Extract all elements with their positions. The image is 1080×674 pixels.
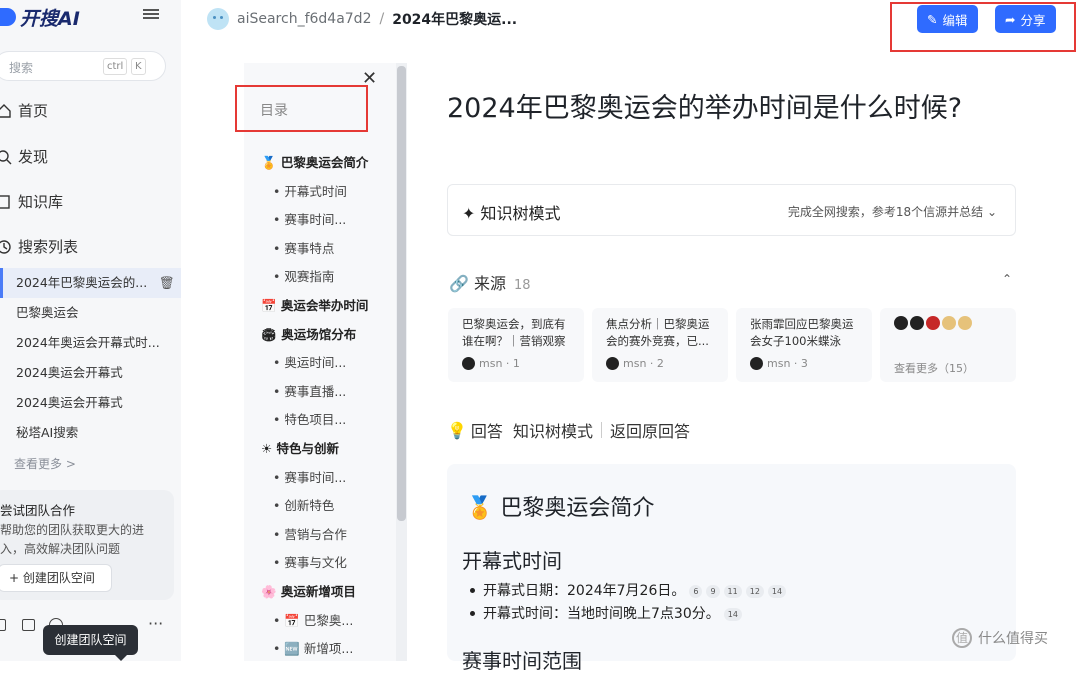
team-title: 尝试团队合作	[0, 503, 76, 518]
link-icon: 🔗	[449, 274, 469, 293]
toc-subitem[interactable]: • 观赛指南	[273, 266, 334, 285]
citation-badge[interactable]: 6	[689, 585, 703, 598]
toc-heading[interactable]: 🏅 巴黎奥运会简介	[261, 152, 368, 171]
toc-subitem[interactable]: • 赛事与文化	[273, 552, 347, 571]
nav-knowledge[interactable]: 知识库	[0, 191, 63, 212]
source-card[interactable]: 巴黎奥运会，到底有谁在啊？｜营销观察 msn · 1	[448, 308, 584, 382]
section-heading: 🏅 巴黎奥运会简介	[466, 496, 655, 521]
book-icon	[0, 194, 10, 209]
answer-tabs: 💡 回答 知识树模式 返回原回答	[447, 418, 690, 442]
toc-heading[interactable]: 📅 奥运会举办时间	[261, 295, 368, 314]
breadcrumb: aiSearch_f6d4a7d2 / 2024年巴黎奥运...	[207, 8, 517, 30]
sources-header: 🔗 来源 18	[449, 274, 531, 293]
highlight-box	[235, 85, 368, 132]
citation-badge[interactable]: 14	[723, 608, 742, 621]
toc-subitem[interactable]: • 赛事时间...	[273, 209, 346, 228]
nav-search-list[interactable]: 搜索列表	[0, 236, 78, 257]
subsection-heading: 开幕式时间	[462, 549, 562, 573]
team-promo: 尝试团队合作 帮助您的团队获取更大的进 入，高效解决团队问题 + 创建团队空间	[0, 490, 174, 600]
search-icon	[0, 149, 12, 164]
knowledge-tree-bar[interactable]: ✦ 知识树模式 完成全网搜索，参考18个信源并总结 ⌄	[447, 184, 1016, 236]
toc-subitem[interactable]: • 开幕式时间	[273, 181, 347, 200]
toc-subitem[interactable]: • 赛事直播...	[273, 381, 346, 400]
toc-heading[interactable]: 🏟 奥运场馆分布	[261, 324, 356, 343]
page-title: 2024年巴黎奥运会的举办时间是什么时候?	[447, 93, 963, 124]
subsection-heading: 赛事时间范围	[462, 649, 582, 673]
history-item[interactable]: 2024年奥运会开幕式时...	[0, 328, 181, 358]
mode-status: 完成全网搜索，参考18个信源并总结 ⌄	[787, 205, 997, 219]
breadcrumb-user[interactable]: aiSearch_f6d4a7d2	[237, 11, 371, 27]
tab-knowledge-tree[interactable]: 知识树模式	[513, 418, 593, 442]
trash-icon[interactable]: 🗑	[159, 268, 175, 298]
bulb-icon: 💡	[447, 420, 467, 440]
monitor-icon[interactable]	[22, 619, 35, 631]
more-icon[interactable]: ···	[148, 614, 163, 633]
citation-badge[interactable]: 9	[706, 585, 720, 598]
highlight-box	[890, 2, 1076, 52]
source-card[interactable]: 焦点分析｜巴黎奥运会的赛外竞赛，已... msn · 2	[592, 308, 728, 382]
sidebar: 开搜AI 搜索 ctrl K 首页 发现 知识库 搜索列表 2024年巴黎奥运会…	[0, 0, 181, 661]
collapse-sidebar-icon[interactable]	[143, 7, 159, 21]
msn-icon	[462, 357, 475, 370]
citation-badge[interactable]: 14	[767, 585, 787, 598]
citation-badge[interactable]: 12	[745, 585, 764, 598]
tab-answer[interactable]: 回答	[471, 418, 503, 442]
search-input[interactable]: 搜索 ctrl K	[0, 51, 166, 81]
kbd-ctrl: ctrl	[103, 58, 128, 75]
back-to-original-link[interactable]: 返回原回答	[610, 418, 690, 442]
toc-subitem[interactable]: • 营销与合作	[273, 524, 347, 543]
mode-label: ✦ 知识树模式	[462, 204, 561, 223]
history-item[interactable]: 秘塔AI搜索	[0, 418, 181, 448]
chevron-up-icon[interactable]: ⌃	[1002, 272, 1012, 286]
toc-subitem[interactable]: • 📅 巴黎奥...	[273, 610, 353, 629]
nav-home[interactable]: 首页	[0, 100, 48, 121]
msn-icon	[750, 357, 763, 370]
toc-subitem[interactable]: • 特色项目...	[273, 409, 346, 428]
tooltip: 创建团队空间	[43, 625, 138, 661]
history-item-active[interactable]: 2024年巴黎奥运会的... 🗑	[0, 268, 181, 298]
toc-heading[interactable]: 🌸 奥运新增项目	[261, 581, 356, 600]
toc-subitem[interactable]: • 赛事特点	[273, 238, 334, 257]
window-icon[interactable]	[0, 619, 6, 631]
toc-subitem[interactable]: • 🆕 新增项...	[273, 638, 353, 657]
kbd-k: K	[131, 58, 146, 75]
team-desc: 帮助您的团队获取更大的进 入，高效解决团队问题	[0, 523, 145, 556]
avatar[interactable]	[207, 8, 229, 30]
list-item: 开幕式时间：当地时间晚上7点30分。 14	[470, 603, 742, 623]
list-item: 开幕式日期：2024年7月26日。 6 9 11 12 14	[470, 580, 787, 600]
search-placeholder: 搜索	[9, 61, 34, 75]
toc-subitem[interactable]: • 创新特色	[273, 495, 334, 514]
breadcrumb-current: 2024年巴黎奥运...	[392, 12, 518, 28]
watermark: 值什么值得买	[952, 628, 1048, 648]
logo-icon	[0, 8, 16, 26]
medal-icon: 🏅	[466, 496, 494, 521]
history-item[interactable]: 2024奥运会开幕式	[0, 358, 181, 388]
create-team-button[interactable]: + 创建团队空间	[0, 564, 112, 592]
history-item[interactable]: 巴黎奥运会	[0, 298, 181, 328]
nav-discover[interactable]: 发现	[0, 146, 48, 167]
toc-scroll-thumb[interactable]	[397, 66, 406, 521]
history-icon	[0, 239, 11, 254]
history-item[interactable]: 2024奥运会开幕式	[0, 388, 181, 418]
chevron-down-icon: ⌄	[986, 205, 997, 219]
source-favicons	[894, 316, 1002, 336]
toc-subitem[interactable]: • 奥运时间...	[273, 352, 346, 371]
citation-badge[interactable]: 11	[723, 585, 742, 598]
toc-heading[interactable]: ☀ 特色与创新	[261, 438, 339, 457]
view-more-link[interactable]: 查看更多 >	[14, 455, 76, 472]
source-card[interactable]: 张雨霏回应巴黎奥运会女子100米蝶泳摘...msn · 3	[736, 308, 872, 382]
app-logo[interactable]: 开搜AI	[0, 4, 80, 30]
msn-icon	[606, 357, 619, 370]
breadcrumb-separator: /	[379, 11, 385, 27]
view-more-sources[interactable]: 查看更多（15）	[880, 308, 1016, 382]
toc-subitem[interactable]: • 赛事时间...	[273, 467, 346, 486]
home-icon	[0, 103, 11, 118]
